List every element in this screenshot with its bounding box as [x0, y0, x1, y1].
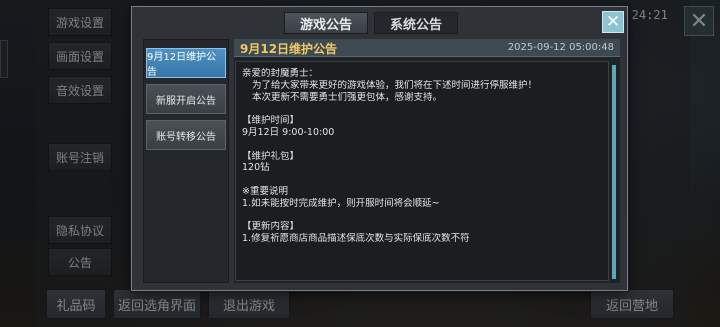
announcement-title: 9月12日维护公告 [240, 42, 338, 56]
body-line: 本次更新不需要勇士们强更包体，感谢支持。 [252, 91, 443, 103]
announcement-header: 9月12日维护公告 2025-09-12 05:00:48 [234, 39, 620, 57]
announcement-dialog: 游戏公告 系统公告 ✕ 9月12日维护公告 新服开启公告 账号转移公告 9月12… [131, 6, 628, 291]
body-line: 为了给大家带来更好的游戏体验，我们将在下述时间进行停服维护！ [252, 79, 538, 91]
close-icon: ✕ [605, 12, 621, 32]
scrollbar-thumb[interactable] [612, 65, 616, 279]
body-line: 【更新内容】 [242, 221, 300, 233]
announcement-list: 9月12日维护公告 新服开启公告 账号转移公告 [143, 39, 229, 283]
body-line [242, 139, 602, 151]
announcement-item-new-server[interactable]: 新服开启公告 [146, 84, 226, 114]
announcement-content: 9月12日维护公告 2025-09-12 05:00:48 亲爱的封魔勇士： 为… [234, 39, 620, 283]
body-line: 9月12日 9:00-10:00 [242, 126, 335, 138]
body-line [242, 103, 602, 115]
announcement-date: 2025-09-12 05:00:48 [507, 42, 614, 53]
body-line [242, 210, 602, 222]
tab-system-announcement[interactable]: 系统公告 [374, 12, 458, 34]
body-line [242, 174, 602, 186]
body-line: 1.修复祈愿商店商品描述保底次数与实际保底次数不符 [242, 233, 470, 245]
body-line: 1.如未能按时完成维护，则开服时间将会顺延~ [242, 197, 440, 209]
tab-game-announcement[interactable]: 游戏公告 [284, 12, 368, 34]
announcement-item-maintenance[interactable]: 9月12日维护公告 [146, 48, 226, 78]
content-scrollbar[interactable] [612, 65, 616, 279]
announcement-item-account-transfer[interactable]: 账号转移公告 [146, 120, 226, 150]
announcement-body[interactable]: 亲爱的封魔勇士： 为了给大家带来更好的游戏体验，我们将在下述时间进行停服维护！ … [235, 61, 609, 281]
body-line: 120钻 [242, 162, 270, 174]
body-line: 【维护礼包】 [242, 150, 300, 162]
body-line: ※重要说明 [242, 185, 288, 197]
body-line: 【维护时间】 [242, 115, 300, 127]
dialog-close-button[interactable]: ✕ [602, 11, 624, 33]
body-line: 亲爱的封魔勇士： [242, 68, 319, 79]
